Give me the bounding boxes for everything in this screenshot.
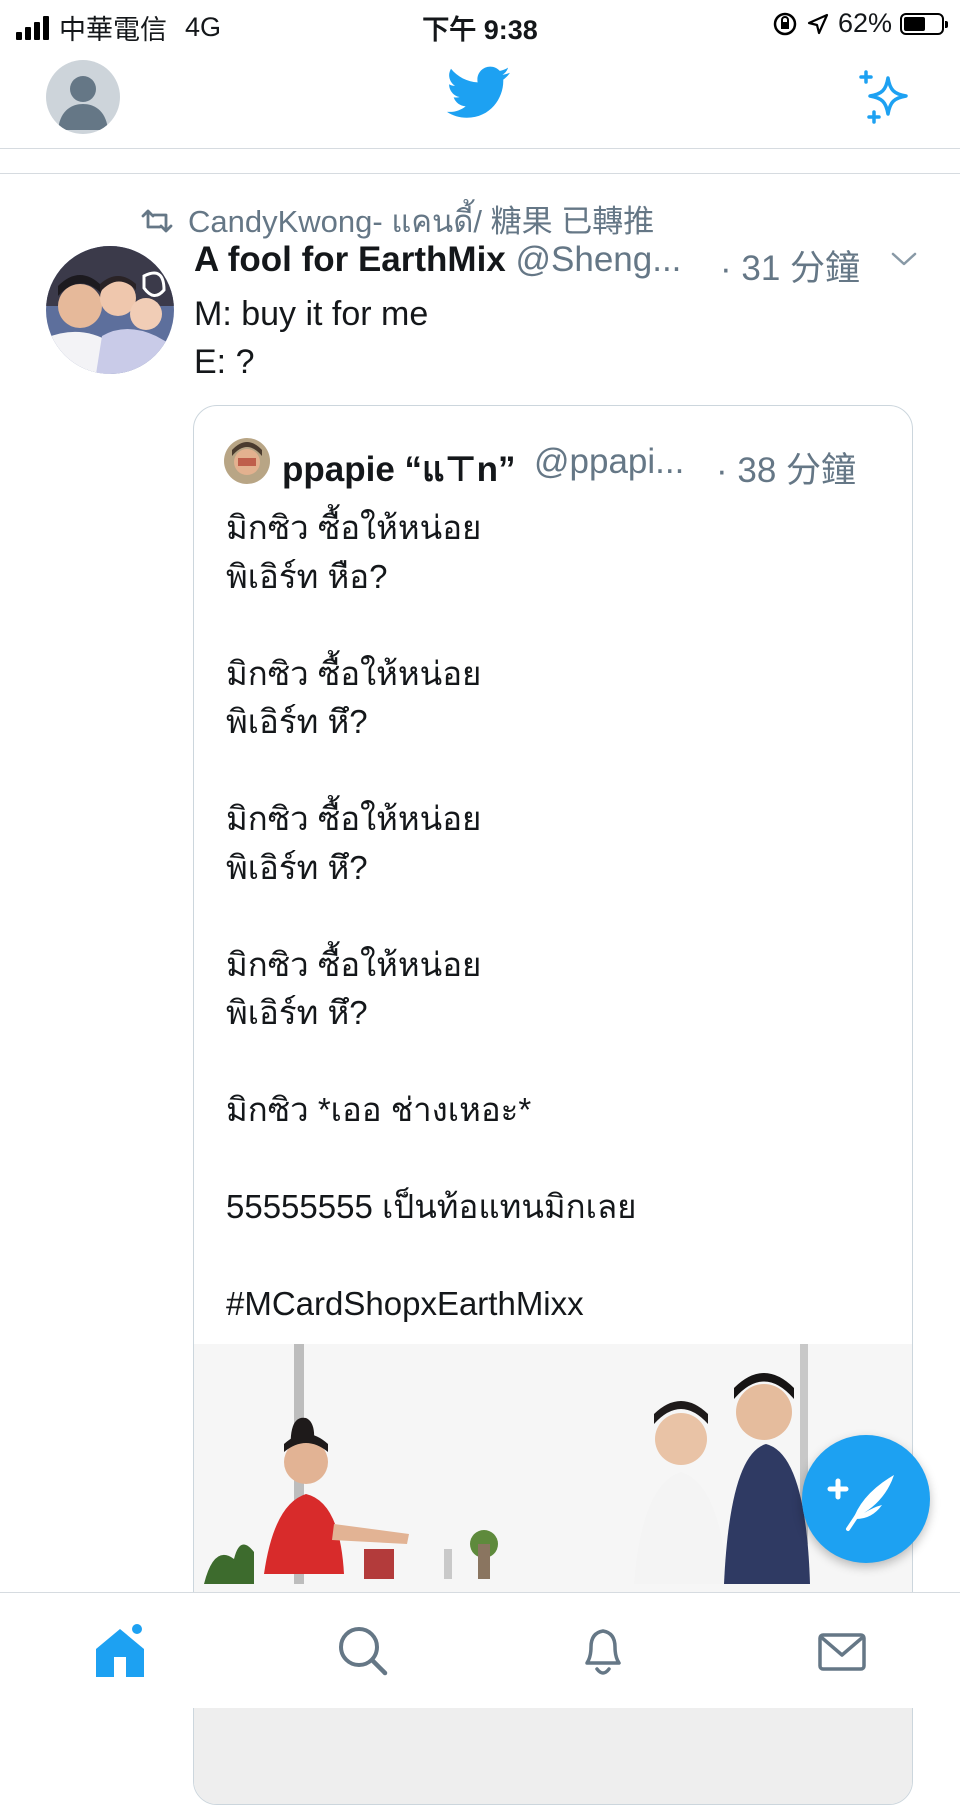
quoted-text-line (226, 601, 637, 650)
battery-percent: 62% (837, 8, 892, 38)
top-nav-bar (0, 48, 960, 149)
compose-tweet-button[interactable] (802, 1435, 930, 1563)
quoted-text-line: มิกซิว ซื้อให้หน่อย (226, 654, 482, 692)
quoted-text-line: #MCardShopxEarthMixx (226, 1285, 584, 1322)
feed-separator (0, 149, 960, 174)
quoted-media-video[interactable] (194, 1344, 912, 1804)
messages-envelope-icon (818, 1633, 866, 1671)
tab-messages[interactable] (812, 1621, 872, 1681)
quoted-text-line (226, 1038, 637, 1087)
orientation-lock-icon (773, 12, 797, 35)
tweet-timestamp[interactable]: · 31 分鐘 (720, 240, 860, 291)
quoted-text-line: พิเอิร์ท หึ? (226, 848, 368, 886)
tab-notifications[interactable] (573, 1621, 633, 1681)
quoted-text-line: มิกซิว *เออ ช่างเหอะ* (226, 1091, 532, 1128)
quoted-tweet-text: มิกซิว ซื้อให้หน่อย พิเอิร์ท หือ? มิกซิว… (226, 504, 637, 1329)
retweet-context[interactable]: CandyKwong- แคนดี้/ 糖果 已轉推 (140, 196, 654, 246)
video-thumbnail (194, 1344, 912, 1804)
quoted-text-line: มิกซิว ซื้อให้หน่อย (226, 509, 482, 546)
quoted-text-line (226, 1135, 637, 1184)
quoted-text-line: พิเอิร์ท หึ? (226, 994, 368, 1031)
notifications-bell-icon (585, 1629, 621, 1675)
bottom-tab-bar (0, 1592, 960, 1708)
home-icon (96, 1622, 144, 1677)
avatar-photo (224, 438, 270, 484)
quoted-text-line: 55555555 เป็นท้อแทนมิกเลย (226, 1188, 637, 1225)
quoted-text-line (226, 1232, 637, 1281)
location-arrow-icon (807, 13, 829, 34)
chevron-down-icon (891, 252, 917, 266)
tweet-author-handle[interactable]: @Sheng... (516, 240, 682, 279)
quoted-text-line: พิเอิร์ท หึ? (226, 703, 368, 740)
search-icon (339, 1627, 388, 1676)
retweet-label: CandyKwong- แคนดี้/ 糖果 已轉推 (188, 204, 655, 239)
sparkle-icon (859, 70, 908, 124)
quoted-text-line: พิเอิร์ท หือ? (226, 557, 388, 595)
quoted-text-line: มิกซิว ซื้อให้หน่อย (226, 945, 482, 983)
twitter-logo[interactable] (447, 66, 511, 125)
quoted-author-avatar (224, 438, 270, 484)
battery-icon (900, 12, 948, 35)
avatar-photo (46, 246, 174, 374)
tab-search[interactable] (333, 1621, 393, 1681)
quoted-timestamp: · 38 分鐘 (716, 451, 857, 490)
tweet-text-line: M: buy it for me (194, 295, 429, 333)
quoted-author-name: ppapie “แ⊤n” (282, 450, 516, 489)
profile-avatar-button[interactable] (46, 60, 120, 134)
tab-home[interactable] (90, 1621, 150, 1681)
twitter-bird-icon (447, 66, 510, 118)
tweet-menu-button[interactable] (890, 250, 918, 273)
quoted-text-line: มิกซิว ซื้อให้หน่อย (226, 800, 482, 837)
tweet-author-avatar[interactable] (46, 246, 174, 374)
retweet-icon (141, 209, 173, 233)
quoted-text-line (226, 892, 637, 941)
status-bar: 中華電信 4G 下午 9:38 62% (0, 0, 960, 48)
tweet-text-line: E: ? (194, 343, 255, 381)
quoted-text-line (226, 747, 637, 796)
sparkle-button[interactable] (858, 70, 914, 131)
tweet-text: M: buy it for me E: ? (194, 290, 428, 386)
compose-tweet-icon (827, 1475, 894, 1531)
quoted-author-handle: @ppapi... (534, 442, 685, 481)
battery-fill (904, 16, 926, 31)
default-profile-icon (58, 76, 108, 130)
tweet-author-name[interactable]: A fool for EarthMix (194, 240, 506, 279)
status-right: 62% (772, 8, 948, 39)
